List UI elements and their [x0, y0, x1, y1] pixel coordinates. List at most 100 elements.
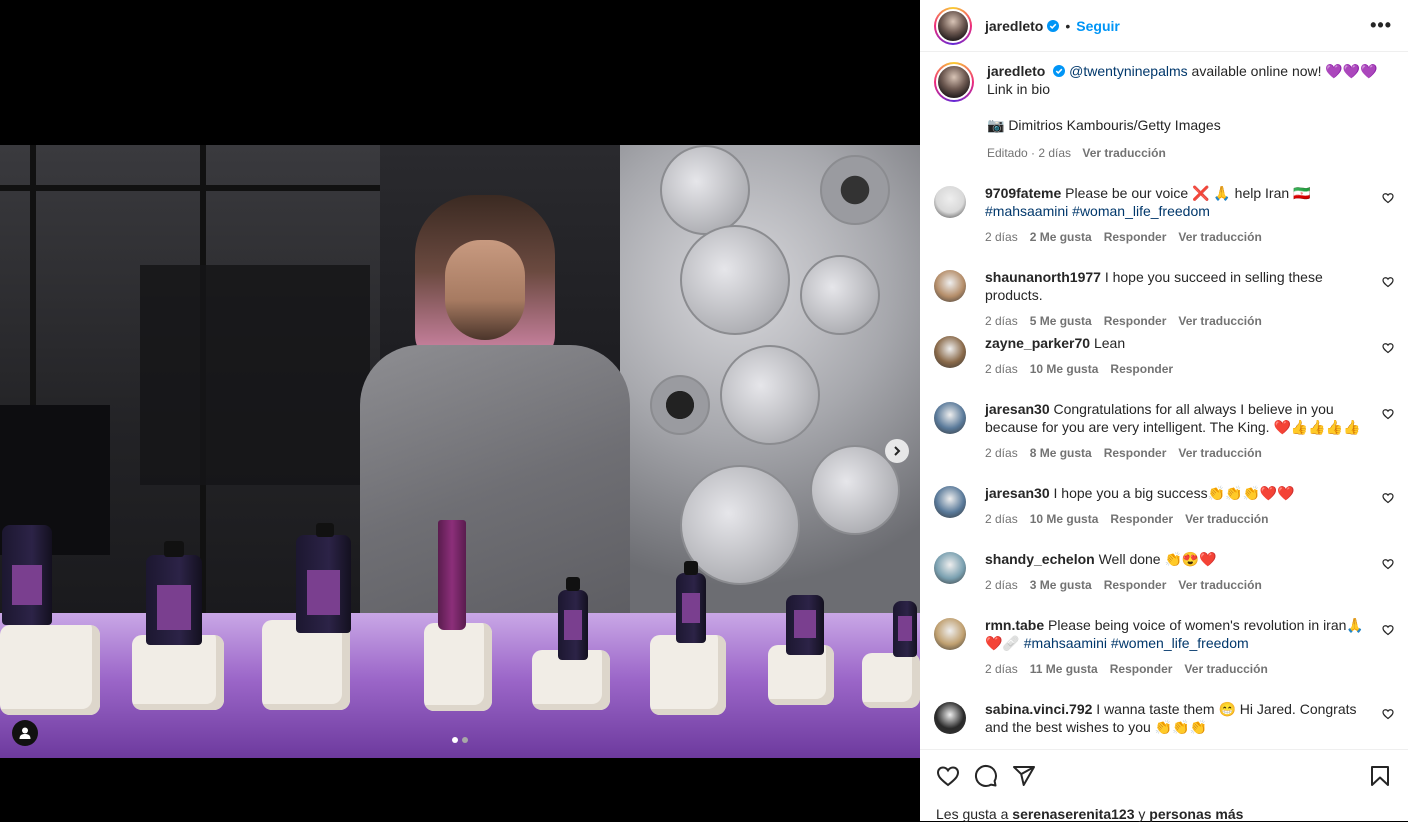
- reply-button[interactable]: Responder: [1110, 660, 1173, 678]
- commenter-username[interactable]: rmn.tabe: [985, 617, 1044, 633]
- comment-hashtags[interactable]: ❤️🩹 #mahsaamini #women_life_freedom: [985, 635, 1249, 651]
- caption-body: jaredleto @twentyninepalms available onl…: [987, 62, 1378, 162]
- caption-edited-time: Editado · 2 días: [987, 146, 1072, 160]
- follow-button[interactable]: Seguir: [1076, 18, 1120, 34]
- translate-link[interactable]: Ver traducción: [1178, 312, 1261, 330]
- comment-time: 2 días: [985, 230, 1018, 244]
- commenter-username[interactable]: jaresan30: [985, 485, 1050, 501]
- comment-row: jaresan30 Congratulations for all always…: [934, 400, 1394, 462]
- reply-button[interactable]: Responder: [1110, 360, 1173, 378]
- comment-likes-count[interactable]: 2 Me gusta: [1030, 228, 1092, 246]
- likes-summary: Les gusta a serenaserenita123 y personas…: [936, 806, 1243, 822]
- comment-row: zayne_parker70 Lean 2 días 10 Me gusta Resp…: [934, 334, 1394, 378]
- commenter-avatar[interactable]: [934, 552, 966, 584]
- comment-likes-count[interactable]: 11 Me gusta: [1030, 660, 1098, 678]
- carousel-dots: [452, 737, 468, 743]
- comment-likes-count[interactable]: 3 Me gusta: [1030, 576, 1092, 594]
- comment-like-heart-icon[interactable]: [1382, 342, 1394, 354]
- liked-by-user[interactable]: serenaserenita123: [1012, 806, 1134, 822]
- next-arrow-icon: [894, 446, 901, 456]
- commenter-username[interactable]: jaresan30: [985, 401, 1050, 417]
- author-avatar[interactable]: [934, 6, 972, 45]
- comment-like-heart-icon[interactable]: [1382, 708, 1394, 720]
- tagged-users-button[interactable]: [12, 720, 38, 746]
- translate-link[interactable]: Ver traducción: [1184, 660, 1267, 678]
- translate-link[interactable]: Ver traducción: [1185, 510, 1268, 528]
- comment-like-heart-icon[interactable]: [1382, 558, 1394, 570]
- translate-link[interactable]: Ver traducción: [1178, 228, 1261, 246]
- commenter-avatar[interactable]: [934, 702, 966, 734]
- verified-icon: [1053, 65, 1066, 77]
- more-options-icon[interactable]: •••: [1370, 15, 1392, 36]
- translate-link[interactable]: Ver traducción: [1178, 576, 1261, 594]
- commenter-username[interactable]: 9709fateme: [985, 185, 1061, 201]
- reply-button[interactable]: Responder: [1110, 510, 1173, 528]
- comment-time: 2 días: [985, 362, 1018, 376]
- commenter-username[interactable]: sabina.vinci.792: [985, 701, 1092, 717]
- caption-translate-link[interactable]: Ver traducción: [1082, 146, 1165, 160]
- commenter-username[interactable]: shaunanorth1977: [985, 269, 1101, 285]
- comment-body: jaresan30 Congratulations for all always…: [985, 400, 1380, 462]
- comment-like-heart-icon[interactable]: [1382, 624, 1394, 636]
- commenter-avatar[interactable]: [934, 402, 966, 434]
- comment-likes-count[interactable]: 10 Me gusta: [1030, 510, 1099, 528]
- reply-button[interactable]: Responder: [1104, 576, 1167, 594]
- comment-body: shandy_echelon Well done 👏😍❤️ 2 días 3 Me …: [985, 550, 1380, 594]
- likes-prefix: Les gusta a: [936, 806, 1009, 822]
- translate-link[interactable]: Ver traducción: [1178, 444, 1261, 462]
- commenter-avatar[interactable]: [934, 486, 966, 518]
- comment-likes-count[interactable]: 8 Me gusta: [1030, 444, 1092, 462]
- post-header: jaredleto • Seguir •••: [920, 0, 1408, 52]
- commenter-avatar[interactable]: [934, 618, 966, 650]
- comment-hashtags[interactable]: #mahsaamini #woman_life_freedom: [985, 203, 1210, 219]
- reply-button[interactable]: Responder: [1104, 312, 1167, 330]
- commenter-avatar[interactable]: [934, 186, 966, 218]
- comment-like-heart-icon[interactable]: [1382, 408, 1394, 420]
- commenter-username[interactable]: shandy_echelon: [985, 551, 1095, 567]
- comments-scroll-area[interactable]: jaredleto @twentyninepalms available onl…: [920, 52, 1408, 749]
- comment-text: Well done 👏😍❤️: [1098, 551, 1217, 567]
- tag-user-icon: [19, 727, 31, 739]
- heart-icon[interactable]: [936, 764, 960, 788]
- comment-likes-count[interactable]: 10 Me gusta: [1030, 360, 1099, 378]
- commenter-avatar[interactable]: [934, 336, 966, 368]
- comment-body: 9709fateme Please be our voice ❌ 🙏 help …: [985, 184, 1380, 246]
- comment-row: jaresan30 I hope you a big success👏👏👏❤️❤…: [934, 484, 1394, 528]
- post-side-panel: jaredleto • Seguir ••• jaredleto @twenty…: [920, 0, 1408, 822]
- comment-row: shaunanorth1977 I hope you succeed in se…: [934, 268, 1394, 330]
- reply-button[interactable]: Responder: [1104, 444, 1167, 462]
- commenter-username[interactable]: zayne_parker70: [985, 335, 1090, 351]
- comment-like-heart-icon[interactable]: [1382, 276, 1394, 288]
- likes-connector: y: [1138, 806, 1146, 822]
- comment-body: zayne_parker70 Lean 2 días 10 Me gusta Resp…: [985, 334, 1380, 378]
- comment-like-heart-icon[interactable]: [1382, 192, 1394, 204]
- caption-mention-link[interactable]: @twentyninepalms: [1069, 63, 1188, 79]
- comment-time: 2 días: [985, 512, 1018, 526]
- post-caption: jaredleto @twentyninepalms available onl…: [920, 52, 1408, 162]
- carousel-dot: [462, 737, 468, 743]
- comment-text: Please be our voice ❌ 🙏 help Iran 🇮🇷: [1065, 185, 1311, 201]
- commenter-avatar[interactable]: [934, 270, 966, 302]
- comment-time: 2 días: [985, 662, 1018, 676]
- carousel-dot-active: [452, 737, 458, 743]
- reply-button[interactable]: Responder: [1104, 228, 1167, 246]
- caption-photo-credit: 📷 Dimitrios Kambouris/Getty Images: [987, 117, 1221, 133]
- comment-like-heart-icon[interactable]: [1382, 492, 1394, 504]
- photo-metal-column: [620, 145, 920, 615]
- comment-text: Please being voice of women's revolution…: [1048, 617, 1364, 633]
- caption-line2: Link in bio: [987, 81, 1051, 97]
- header-separator: •: [1065, 17, 1071, 34]
- post-photo[interactable]: [0, 145, 920, 758]
- comment-row: 9709fateme Please be our voice ❌ 🙏 help …: [934, 184, 1394, 246]
- liked-by-others[interactable]: personas más: [1149, 806, 1243, 822]
- save-icon[interactable]: [1368, 764, 1392, 788]
- post-actions-bar: Les gusta a serenaserenita123 y personas…: [920, 749, 1408, 822]
- verified-icon: [1047, 19, 1060, 32]
- share-icon[interactable]: [1012, 764, 1036, 788]
- author-username[interactable]: jaredleto: [985, 18, 1043, 34]
- caption-username[interactable]: jaredleto: [987, 63, 1045, 79]
- caption-avatar[interactable]: [934, 62, 974, 102]
- comment-icon[interactable]: [974, 764, 998, 788]
- next-slide-button[interactable]: [885, 439, 909, 463]
- comment-likes-count[interactable]: 5 Me gusta: [1030, 312, 1092, 330]
